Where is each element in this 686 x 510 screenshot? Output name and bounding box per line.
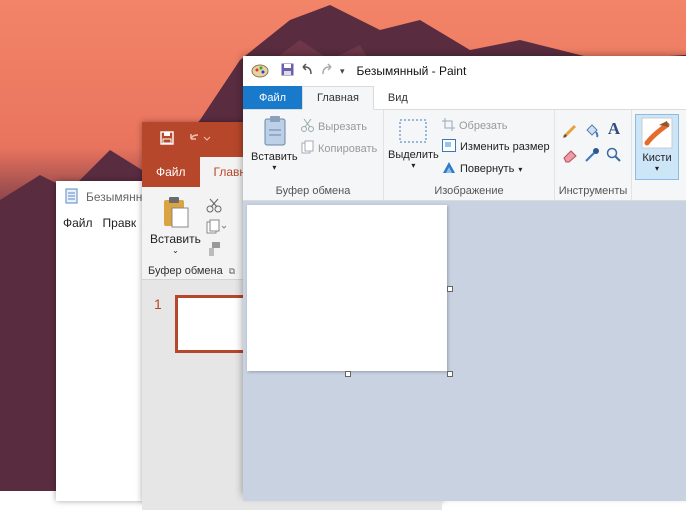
tools-group-label: Инструменты	[558, 185, 628, 197]
clipboard-paste-icon	[160, 195, 190, 232]
ppt-clipboard-group-label: Буфер обмена ⧉	[148, 265, 235, 277]
resize-handle-corner[interactable]	[447, 371, 453, 377]
eraser-icon[interactable]	[561, 146, 579, 164]
image-group: Выделить ▾ Обрезать Изменить размер Пове…	[384, 110, 555, 200]
resize-button[interactable]: Изменить размер	[442, 139, 550, 155]
chevron-down-icon: ▾	[518, 164, 523, 174]
resize-icon	[442, 139, 456, 155]
save-icon[interactable]	[160, 131, 174, 148]
paint-title: Безымянный - Paint	[356, 64, 467, 78]
brushes-label: Кисти	[642, 152, 672, 164]
ppt-tab-file[interactable]: Файл	[142, 157, 200, 187]
text-icon[interactable]: A	[605, 119, 623, 138]
ppt-paste-label: Вставить	[150, 232, 201, 246]
resize-handle-bottom[interactable]	[345, 371, 351, 377]
image-group-label: Изображение	[434, 185, 504, 197]
notepad-icon	[64, 188, 80, 207]
scissors-icon[interactable]	[206, 197, 222, 216]
copy-label: Копировать	[318, 142, 378, 155]
magnifier-icon[interactable]	[605, 146, 623, 164]
select-button[interactable]: Выделить ▾	[388, 116, 439, 170]
chevron-down-icon: ▾	[272, 163, 277, 172]
resize-label: Изменить размер	[460, 141, 550, 153]
select-label: Выделить	[388, 149, 439, 161]
rotate-label: Повернуть	[460, 163, 515, 175]
format-painter-icon[interactable]	[206, 241, 222, 260]
fill-bucket-icon[interactable]	[583, 122, 601, 140]
scissors-icon	[301, 118, 314, 135]
paste-button[interactable]: Вставить ▾	[251, 114, 298, 172]
color-picker-icon[interactable]	[583, 146, 601, 164]
notepad-menu-edit[interactable]: Правк	[103, 216, 137, 230]
cut-button[interactable]: Вырезать	[301, 118, 367, 135]
dialog-launcher-icon[interactable]: ⧉	[229, 266, 235, 277]
rotate-icon	[442, 161, 456, 177]
ppt-clipboard-label: Буфер обмена	[148, 265, 223, 277]
paint-ribbon: Вставить ▾ Вырезать Копировать Буфер обм…	[243, 110, 686, 201]
slide-number: 1	[154, 296, 162, 312]
paint-workspace	[243, 201, 686, 501]
crop-icon	[442, 118, 455, 134]
clipboard-paste-icon	[259, 114, 289, 151]
save-icon[interactable]	[281, 63, 294, 79]
select-rectangle-icon	[398, 116, 428, 149]
notepad-menu-file[interactable]: Файл	[63, 216, 93, 230]
crop-label: Обрезать	[459, 120, 508, 132]
copy-button[interactable]: Копировать	[301, 140, 377, 157]
ppt-paste-button[interactable]: Вставить ⌄	[150, 195, 201, 255]
resize-handle-right[interactable]	[447, 286, 453, 292]
paint-tab-file[interactable]: Файл	[243, 86, 303, 109]
undo-icon[interactable]	[188, 131, 212, 148]
notepad-title: Безымянн	[86, 190, 143, 204]
clipboard-group: Вставить ▾ Вырезать Копировать Буфер обм…	[243, 110, 384, 200]
pencil-icon[interactable]	[561, 122, 579, 140]
brushes-button[interactable]: Кисти ▾	[635, 114, 679, 180]
paint-tab-view[interactable]: Вид	[374, 86, 422, 109]
chevron-down-icon: ▾	[654, 164, 659, 173]
paste-label: Вставить	[251, 151, 298, 163]
paint-titlebar[interactable]: ▾ Безымянный - Paint	[243, 56, 686, 86]
paint-tab-home[interactable]: Главная	[302, 86, 374, 110]
quick-access-dropdown-icon[interactable]: ▾	[340, 66, 345, 77]
paint-app-icon	[251, 62, 269, 81]
copy-icon	[301, 140, 314, 157]
copy-icon[interactable]	[206, 219, 228, 238]
paint-ribbon-tabs: Файл Главная Вид	[243, 86, 686, 110]
redo-icon[interactable]	[320, 63, 334, 79]
chevron-down-icon: ⌄	[172, 246, 179, 255]
crop-button[interactable]: Обрезать	[442, 118, 508, 134]
rotate-button[interactable]: Повернуть ▾	[442, 161, 522, 177]
tools-group: A Инструменты	[555, 110, 632, 200]
brush-icon	[641, 117, 673, 152]
paint-window[interactable]: ▾ Безымянный - Paint Файл Главная Вид Вс…	[243, 56, 686, 501]
undo-icon[interactable]	[300, 63, 314, 79]
chevron-down-icon: ▾	[411, 161, 416, 170]
clipboard-group-label: Буфер обмена	[275, 185, 351, 197]
drawing-canvas[interactable]	[247, 205, 447, 371]
cut-label: Вырезать	[318, 120, 367, 133]
